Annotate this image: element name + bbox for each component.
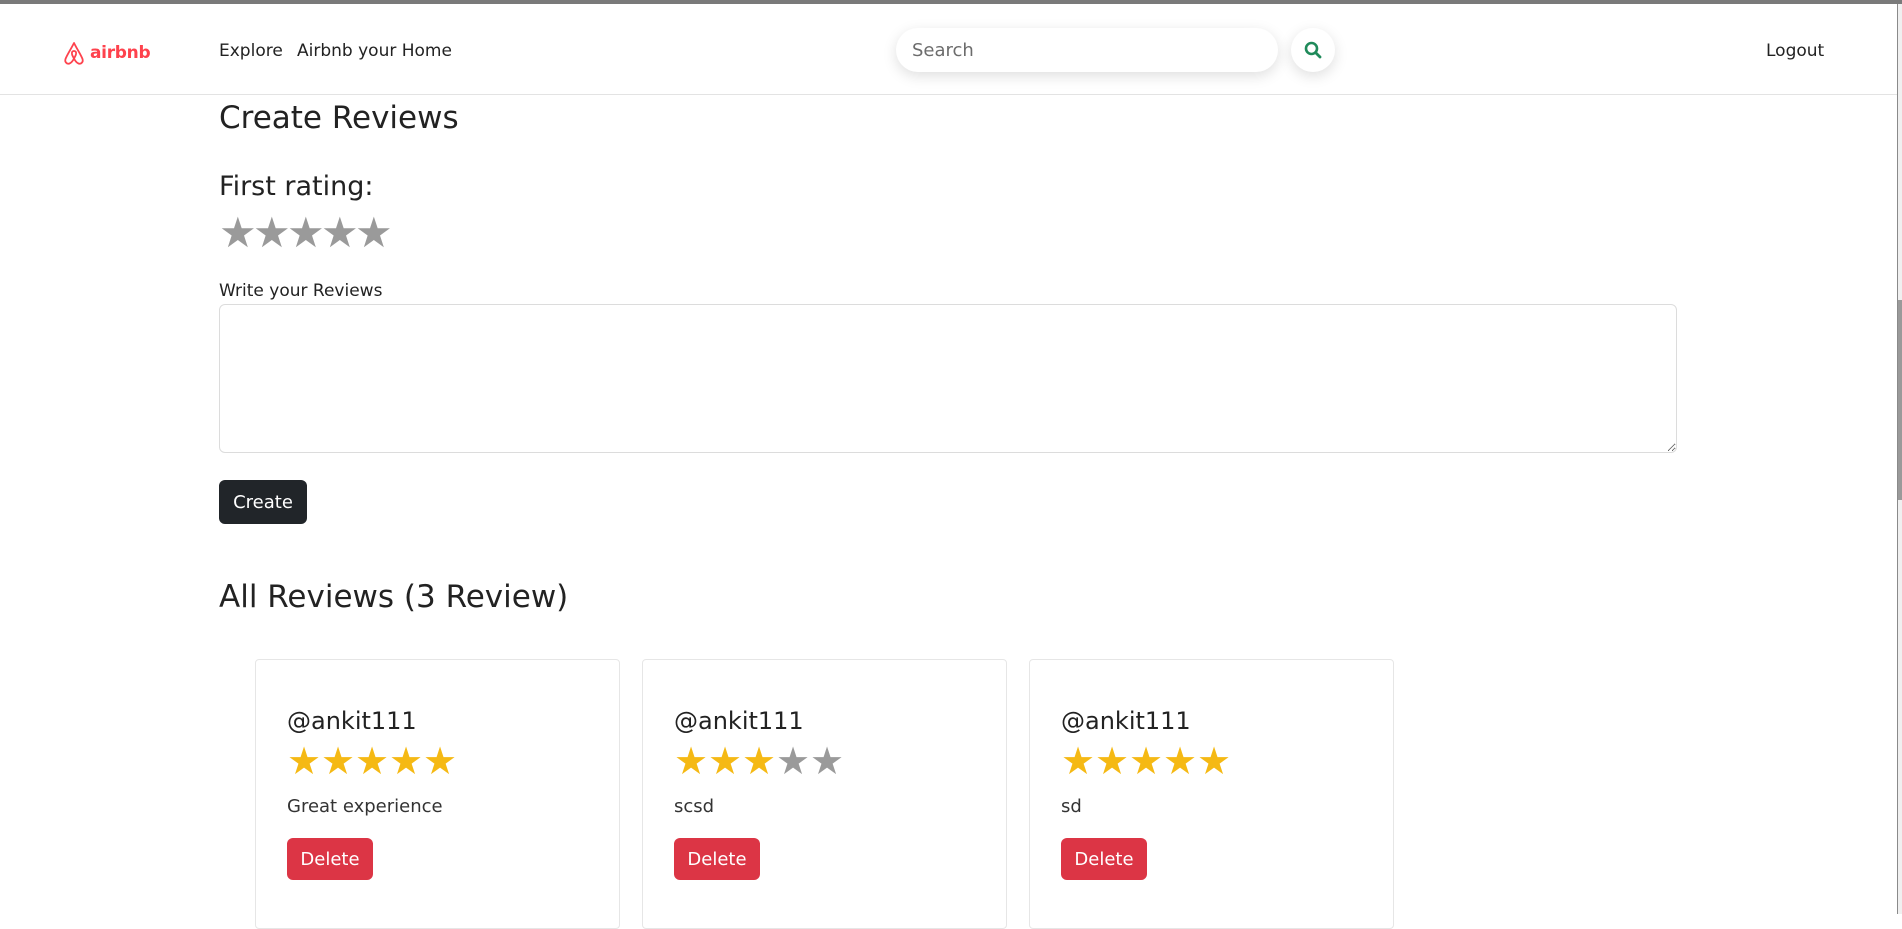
scrollbar-thumb[interactable] xyxy=(1898,300,1902,500)
airbnb-logo-icon xyxy=(64,42,84,65)
search-icon xyxy=(1304,41,1322,59)
review-rating-stars: ★ ★ ★ ★ ★ xyxy=(287,741,457,781)
review-comment: sd xyxy=(1061,796,1082,817)
star-filled-icon: ★ xyxy=(287,739,322,783)
all-reviews-title: All Reviews (3 Review) xyxy=(219,579,569,615)
star-filled-icon: ★ xyxy=(355,739,390,783)
rating-label: First rating: xyxy=(219,171,374,202)
logout-link[interactable]: Logout xyxy=(1766,41,1824,61)
logo-text: airbnb xyxy=(90,43,151,63)
nav-airbnb-your-home-link[interactable]: Airbnb your Home xyxy=(297,41,452,61)
star-filled-icon: ★ xyxy=(1095,739,1130,783)
rating-star-4[interactable]: ★ xyxy=(321,212,359,254)
star-filled-icon: ★ xyxy=(1061,739,1096,783)
rating-star-1[interactable]: ★ xyxy=(219,212,257,254)
review-author: @ankit111 xyxy=(674,707,804,735)
search-input[interactable] xyxy=(896,28,1278,72)
star-filled-icon: ★ xyxy=(1163,739,1198,783)
search-container xyxy=(896,28,1278,72)
star-empty-icon: ★ xyxy=(776,739,811,783)
navbar: airbnb Explore Airbnb your Home Logout xyxy=(0,4,1898,95)
search-button[interactable] xyxy=(1291,28,1335,72)
delete-review-button[interactable]: Delete xyxy=(287,838,373,880)
create-button[interactable]: Create xyxy=(219,480,307,524)
star-filled-icon: ★ xyxy=(674,739,709,783)
nav-explore-link[interactable]: Explore xyxy=(219,41,283,61)
review-textarea[interactable] xyxy=(219,304,1677,453)
star-filled-icon: ★ xyxy=(389,739,424,783)
star-filled-icon: ★ xyxy=(1197,739,1232,783)
star-empty-icon: ★ xyxy=(810,739,845,783)
review-rating-stars: ★ ★ ★ ★ ★ xyxy=(674,741,844,781)
star-filled-icon: ★ xyxy=(423,739,458,783)
rating-star-3[interactable]: ★ xyxy=(287,212,325,254)
star-filled-icon: ★ xyxy=(742,739,777,783)
review-textarea-label: Write your Reviews xyxy=(219,281,383,301)
star-filled-icon: ★ xyxy=(1129,739,1164,783)
review-comment: Great experience xyxy=(287,796,443,817)
star-filled-icon: ★ xyxy=(321,739,356,783)
review-card: @ankit111 ★ ★ ★ ★ ★ sd Delete xyxy=(1029,659,1394,929)
review-card: @ankit111 ★ ★ ★ ★ ★ Great experience Delete xyxy=(255,659,620,929)
create-reviews-title: Create Reviews xyxy=(219,100,459,136)
delete-review-button[interactable]: Delete xyxy=(1061,838,1147,880)
review-comment: scsd xyxy=(674,796,715,817)
rating-star-2[interactable]: ★ xyxy=(253,212,291,254)
review-card: @ankit111 ★ ★ ★ ★ ★ scsd Delete xyxy=(642,659,1007,929)
rating-stars-input: ★ ★ ★ ★ ★ xyxy=(219,212,393,254)
review-rating-stars: ★ ★ ★ ★ ★ xyxy=(1061,741,1231,781)
review-author: @ankit111 xyxy=(287,707,417,735)
review-author: @ankit111 xyxy=(1061,707,1191,735)
rating-star-5[interactable]: ★ xyxy=(355,212,393,254)
delete-review-button[interactable]: Delete xyxy=(674,838,760,880)
airbnb-logo[interactable]: airbnb xyxy=(62,40,151,66)
star-filled-icon: ★ xyxy=(708,739,743,783)
